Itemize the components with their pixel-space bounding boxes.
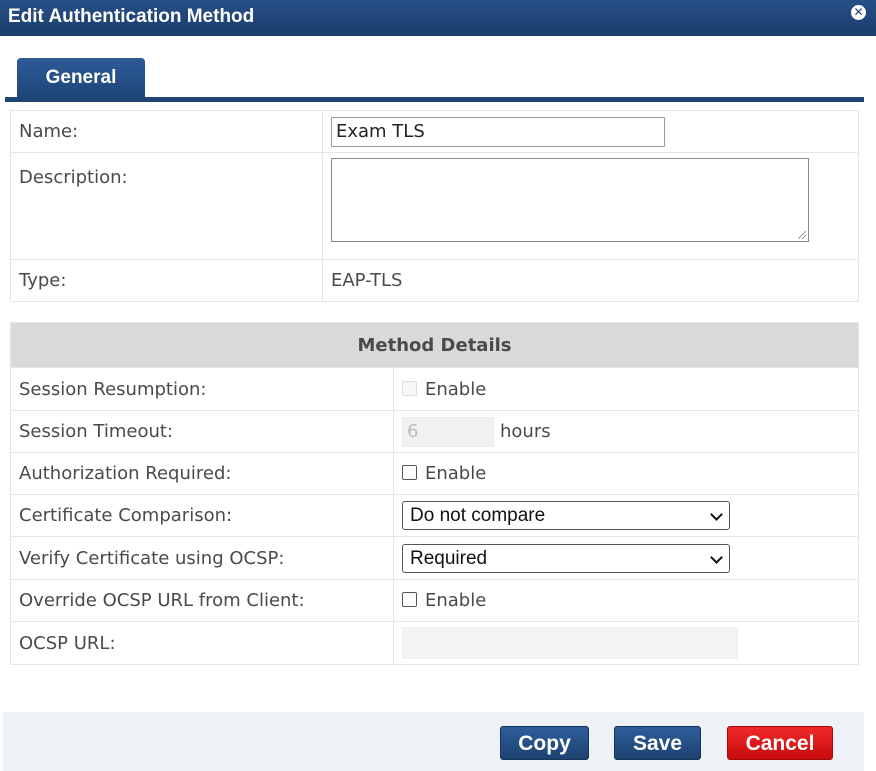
- session-resumption-row: Session Resumption: Enable: [10, 367, 859, 411]
- ocsp-url-label: OCSP URL:: [10, 621, 394, 665]
- session-resumption-label: Session Resumption:: [10, 367, 394, 411]
- session-timeout-cell: 6 hours: [393, 410, 859, 453]
- verify-ocsp-row: Verify Certificate using OCSP: Required: [10, 536, 859, 580]
- description-label: Description:: [10, 152, 323, 260]
- certificate-comparison-value: Do not compare: [410, 505, 546, 526]
- save-button[interactable]: Save: [614, 726, 701, 760]
- authorization-required-checkbox[interactable]: [402, 465, 417, 480]
- authorization-required-cell: Enable: [393, 452, 859, 495]
- session-resumption-option: Enable: [425, 378, 487, 400]
- name-row: Name:: [10, 110, 859, 153]
- authorization-required-row: Authorization Required: Enable: [10, 452, 859, 495]
- override-ocsp-url-option[interactable]: Enable: [425, 590, 486, 611]
- chevron-down-icon: [710, 550, 723, 564]
- session-timeout-input: 6: [402, 416, 494, 447]
- description-cell: [322, 152, 859, 260]
- dialog-title: Edit Authentication Method: [8, 6, 255, 27]
- type-value: EAP-TLS: [322, 259, 859, 302]
- type-row: Type: EAP-TLS: [10, 259, 859, 302]
- session-timeout-row: Session Timeout: 6 hours: [10, 410, 859, 453]
- method-details-header: Method Details: [10, 322, 859, 368]
- description-row: Description:: [10, 152, 859, 260]
- certificate-comparison-select[interactable]: Do not compare: [402, 501, 730, 530]
- override-ocsp-url-row: Override OCSP URL from Client: Enable: [10, 579, 859, 622]
- session-resumption-checkbox: [402, 380, 417, 396]
- chevron-down-icon: [710, 508, 723, 521]
- certificate-comparison-label: Certificate Comparison:: [10, 494, 394, 537]
- certificate-comparison-row: Certificate Comparison: Do not compare: [10, 494, 859, 537]
- session-resumption-cell: Enable: [393, 367, 859, 411]
- name-input[interactable]: [331, 116, 665, 147]
- ocsp-url-cell: [393, 621, 859, 665]
- override-ocsp-url-checkbox[interactable]: [402, 592, 417, 607]
- description-textarea[interactable]: [331, 158, 809, 242]
- cancel-button[interactable]: Cancel: [727, 726, 833, 760]
- override-ocsp-url-cell: Enable: [393, 579, 859, 622]
- dialog-titlebar: Edit Authentication Method ✕: [0, 0, 876, 36]
- session-timeout-label: Session Timeout:: [10, 410, 394, 453]
- verify-ocsp-label: Verify Certificate using OCSP:: [10, 536, 394, 580]
- close-icon[interactable]: ✕: [851, 5, 866, 20]
- override-ocsp-url-label: Override OCSP URL from Client:: [10, 579, 394, 622]
- method-details-form: Method Details Session Resumption: Enabl…: [10, 322, 859, 665]
- verify-ocsp-select[interactable]: Required: [402, 543, 730, 573]
- ocsp-url-input: [402, 627, 738, 659]
- session-timeout-unit: hours: [500, 420, 551, 442]
- tab-underline: [5, 97, 864, 102]
- tab-general[interactable]: General: [17, 58, 145, 98]
- copy-button[interactable]: Copy: [500, 726, 589, 760]
- authorization-required-option[interactable]: Enable: [425, 463, 486, 484]
- general-form: Name: Description: Type: EAP-TLS: [10, 110, 859, 302]
- type-label: Type:: [10, 259, 323, 302]
- resize-grip-icon[interactable]: [798, 231, 806, 239]
- name-cell: [322, 110, 859, 153]
- certificate-comparison-cell: Do not compare: [393, 494, 859, 537]
- authorization-required-label: Authorization Required:: [10, 452, 394, 495]
- verify-ocsp-value: Required: [410, 547, 488, 569]
- method-details-header-row: Method Details: [10, 322, 859, 368]
- name-label: Name:: [10, 110, 323, 153]
- verify-ocsp-cell: Required: [393, 536, 859, 580]
- ocsp-url-row: OCSP URL:: [10, 621, 859, 665]
